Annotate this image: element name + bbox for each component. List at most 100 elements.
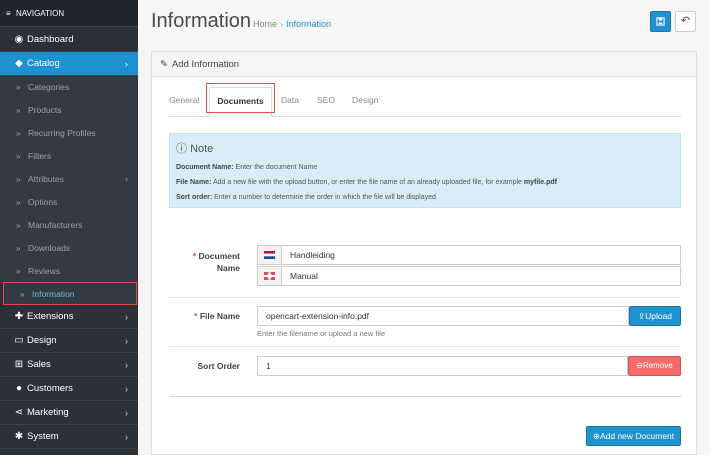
required-mark: * <box>194 311 198 321</box>
reply-icon: ↶ <box>680 15 691 27</box>
document-name-input-nl[interactable]: Handleiding <box>257 245 681 265</box>
sidebar-item-customers[interactable]: ● Customers › <box>0 377 138 401</box>
dashboard-icon: ◉ <box>14 34 24 45</box>
pencil-icon: ✎ <box>160 59 168 70</box>
note-line-key: File Name: <box>176 179 212 186</box>
share-icon: ⋖ <box>14 407 24 418</box>
add-new-document-label: Add new Document <box>599 431 675 441</box>
note-line-document-name: Document Name: Enter the document Name <box>176 160 674 175</box>
sidebar-subitem-label: Categories <box>28 82 70 92</box>
panel-heading: ✎ Add Information <box>152 52 696 77</box>
sidebar-subitem-information[interactable]: » Information <box>3 282 137 305</box>
sidebar-subitem-recurring-profiles[interactable]: » Recurring Profiles <box>0 122 138 145</box>
chevron-right-icon: › <box>125 174 128 184</box>
double-chevron-icon: » <box>16 267 21 276</box>
double-chevron-icon: » <box>16 152 21 161</box>
sidebar-item-marketing[interactable]: ⋖ Marketing › <box>0 401 138 425</box>
tab-general[interactable]: General <box>169 87 209 117</box>
sidebar-subitem-options[interactable]: » Options <box>0 191 138 214</box>
tab-design[interactable]: Design <box>352 87 392 117</box>
tab-data[interactable]: Data <box>281 87 311 117</box>
tab-seo[interactable]: SEO <box>317 87 347 117</box>
gear-icon: ✱ <box>14 431 24 442</box>
sidebar-item-label: Marketing <box>27 407 69 418</box>
chevron-right-icon: › <box>125 360 128 370</box>
minus-circle-icon: ⊖ <box>636 361 643 370</box>
back-button[interactable]: ↶ <box>675 11 696 32</box>
sidebar-subitem-filters[interactable]: » Filters <box>0 145 138 168</box>
sidebar-subitem-label: Manufacturers <box>28 220 83 230</box>
sort-order-label: Sort Order <box>197 361 240 371</box>
cart-icon: ⊞ <box>14 359 24 370</box>
navigation-header[interactable]: ≡ NAVIGATION <box>0 0 138 27</box>
sort-order-input[interactable]: 1 <box>257 356 628 376</box>
sidebar-subitem-label: Downloads <box>28 243 71 253</box>
remove-button-label: Remove <box>642 361 673 370</box>
note-line-file-name: File Name: Add a new file with the uploa… <box>176 175 674 190</box>
note-line-text: Add a new file with the upload button, o… <box>211 179 524 186</box>
divider <box>169 396 681 397</box>
chevron-right-icon: › <box>125 384 128 394</box>
add-new-document-button[interactable]: ⊕Add new Document <box>586 426 681 446</box>
sidebar-subitem-manufacturers[interactable]: » Manufacturers <box>0 214 138 237</box>
chevron-right-icon: › <box>125 336 128 346</box>
double-chevron-icon: » <box>16 106 21 115</box>
save-button[interactable] <box>650 11 671 32</box>
double-chevron-icon: » <box>16 244 21 253</box>
note-line-key: Sort order: <box>176 194 213 201</box>
panel-heading-label: Add Information <box>171 59 240 70</box>
note-title: ⓘ Note <box>176 140 674 156</box>
note-line-key: Document Name: <box>176 164 234 171</box>
note-line-example: myfile.pdf <box>523 179 557 186</box>
sidebar-item-label: Extensions <box>27 311 74 322</box>
sidebar-subitem-label: Reviews <box>28 266 61 276</box>
chevron-right-icon: › <box>125 312 128 322</box>
navigation-header-label: NAVIGATION <box>16 9 65 18</box>
chevron-right-icon: › <box>125 59 128 69</box>
sidebar-item-design[interactable]: ▭ Design › <box>0 329 138 353</box>
double-chevron-icon: » <box>16 83 21 92</box>
puzzle-icon: ✚ <box>14 311 24 322</box>
tab-documents[interactable]: Documents <box>209 87 272 117</box>
sidebar-item-dashboard[interactable]: ◉ Dashboard <box>0 28 138 52</box>
sidebar: ≡ NAVIGATION ◉ Dashboard ◆ Catalog › » Categ… <box>0 0 138 455</box>
sidebar-item-label: Customers <box>27 383 73 394</box>
sidebar-item-catalog[interactable]: ◆ Catalog › <box>0 52 138 76</box>
sidebar-item-system[interactable]: ✱ System › <box>0 425 138 449</box>
sidebar-subitem-downloads[interactable]: » Downloads <box>0 237 138 260</box>
sidebar-subitem-label: Options <box>28 197 58 207</box>
sidebar-subitem-attributes[interactable]: » Attributes › <box>0 168 138 191</box>
double-chevron-icon: » <box>16 175 21 184</box>
sidebar-subitem-products[interactable]: » Products <box>0 99 138 122</box>
breadcrumb: Home › Information <box>253 19 331 29</box>
sidebar-item-extensions[interactable]: ✚ Extensions › <box>0 305 138 329</box>
sidebar-subitem-label: Products <box>28 105 62 115</box>
breadcrumb-home[interactable]: Home <box>253 19 277 29</box>
sidebar-subitem-label: Recurring Profiles <box>28 128 96 138</box>
double-chevron-icon: » <box>16 221 21 230</box>
breadcrumb-information[interactable]: Information <box>286 19 331 29</box>
breadcrumb-separator: › <box>280 19 284 29</box>
required-mark: * <box>192 251 197 261</box>
upload-button[interactable]: ⇪Upload <box>629 306 681 326</box>
document-name-label-text: Document Name <box>198 251 240 273</box>
sidebar-subitem-label: Attributes <box>28 174 64 184</box>
sidebar-item-sales[interactable]: ⊞ Sales › <box>0 353 138 377</box>
tag-icon: ◆ <box>15 58 23 69</box>
file-name-input[interactable]: opencart-extension-info.pdf <box>257 306 629 326</box>
remove-button[interactable]: ⊖Remove <box>628 356 681 376</box>
note-box: ⓘ Note Document Name: Enter the document… <box>169 133 681 208</box>
divider <box>169 346 681 347</box>
user-icon: ● <box>15 383 23 394</box>
sidebar-item-label: System <box>27 431 59 442</box>
uk-flag-icon <box>258 267 282 285</box>
file-name-label: * File Name <box>182 311 240 321</box>
document-name-input-en[interactable]: Manual <box>257 266 681 286</box>
sidebar-subitem-reviews[interactable]: » Reviews <box>0 260 138 283</box>
document-name-label: * Document Name <box>182 250 240 274</box>
sidebar-subitem-categories[interactable]: » Categories <box>0 76 138 99</box>
info-icon: ⓘ <box>176 143 187 155</box>
sidebar-item-label: Design <box>27 335 57 346</box>
document-name-value-en: Manual <box>290 271 318 281</box>
plus-circle-icon: ⊕ <box>592 431 600 441</box>
